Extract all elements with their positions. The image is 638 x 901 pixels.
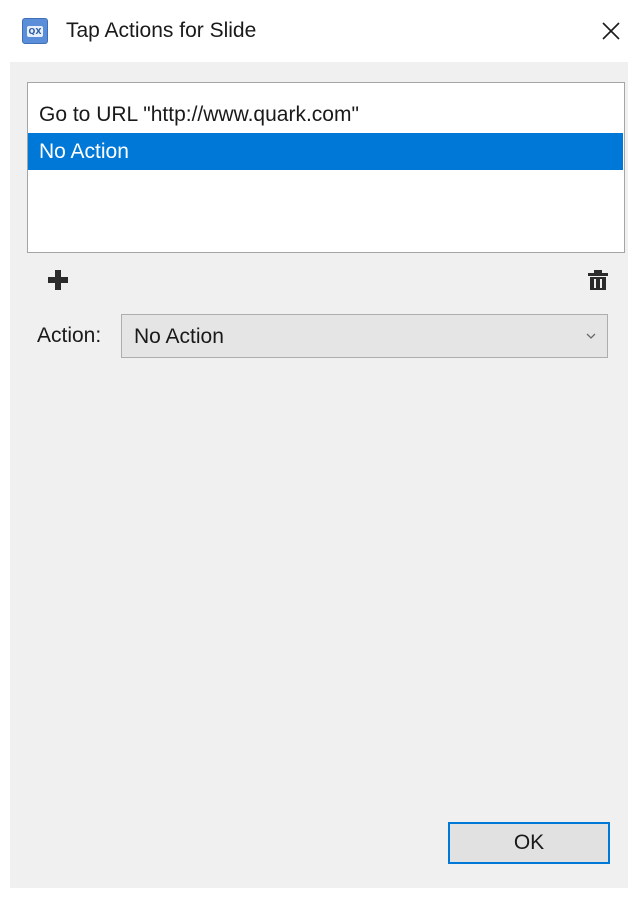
list-item-selected[interactable]: No Action — [28, 133, 623, 170]
plus-icon — [48, 270, 68, 290]
action-dropdown[interactable]: No Action — [121, 314, 608, 358]
list-item[interactable]: Go to URL "http://www.quark.com" — [28, 96, 624, 133]
trash-icon — [588, 270, 608, 290]
add-action-button[interactable] — [46, 268, 70, 292]
dialog-title: Tap Actions for Slide — [66, 19, 257, 42]
chevron-down-icon — [586, 333, 596, 339]
dialog-content: Go to URL "http://www.quark.com" No Acti… — [10, 62, 628, 888]
action-label: Action: — [37, 324, 102, 347]
action-dropdown-value: No Action — [134, 325, 224, 348]
tap-actions-list[interactable]: Go to URL "http://www.quark.com" No Acti… — [27, 82, 625, 253]
app-icon-text: QX — [27, 25, 43, 37]
action-field-row: Action: No Action — [37, 314, 617, 358]
close-icon — [602, 22, 620, 40]
close-button[interactable] — [596, 14, 626, 48]
ok-button[interactable]: OK — [448, 822, 610, 864]
delete-action-button[interactable] — [587, 268, 609, 292]
quark-app-icon: QX — [22, 18, 48, 44]
title-bar: QX Tap Actions for Slide — [0, 0, 638, 62]
dialog-window: QX Tap Actions for Slide Go to URL "http… — [0, 0, 638, 901]
